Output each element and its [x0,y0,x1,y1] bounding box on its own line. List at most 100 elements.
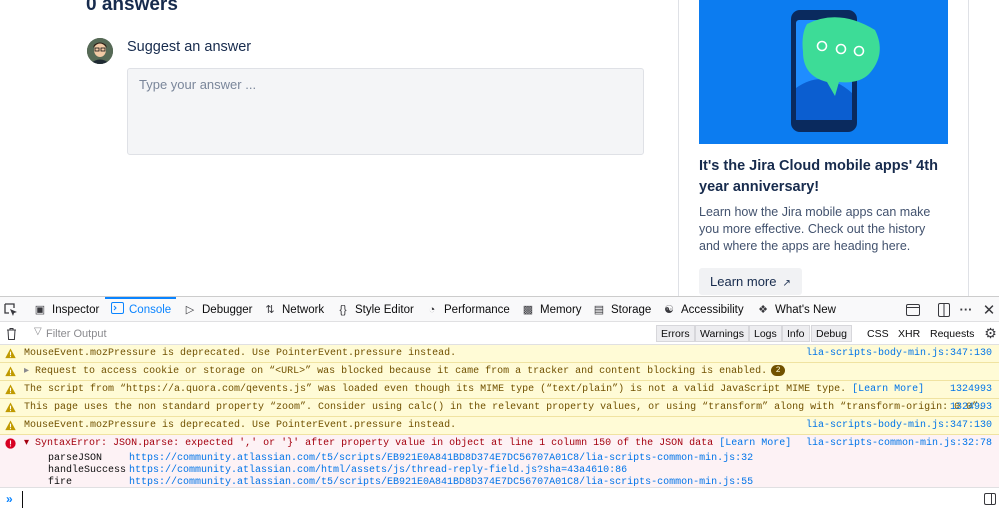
responsive-mode-icon[interactable] [903,297,923,322]
tab-storage[interactable]: ▤ Storage [592,297,651,322]
tab-label: Style Editor [355,303,414,316]
repeat-count-badge: 2 [771,365,786,376]
close-icon[interactable]: ✕ [980,297,998,322]
console-error-message: ▾ SyntaxError: JSON.parse: expected ',' … [0,435,999,487]
user-avatar-icon [87,38,113,64]
tab-network[interactable]: ⇅ Network [263,297,324,322]
filter-warnings-button[interactable]: Warnings [695,325,749,342]
message-body: The script from “https://a.quora.com/qev… [24,381,924,398]
tab-label: Network [282,303,325,316]
message-text: The script from “https://a.quora.com/qev… [24,384,847,395]
message-text: Request to access cookie or storage on “… [35,366,768,377]
filter-debug-button[interactable]: Debug [811,325,852,342]
console-icon [110,302,124,317]
promo-card: It's the Jira Cloud mobile apps' 4th yea… [678,0,969,296]
split-console-icon[interactable] [984,493,996,505]
message-text: MouseEvent.mozPressure is deprecated. Us… [24,348,457,359]
warning-icon [5,420,16,431]
debugger-icon: ▷ [185,304,195,316]
console-output: MouseEvent.mozPressure is deprecated. Us… [0,345,999,487]
tab-label: Performance [444,303,510,316]
stack-frame: handleSuccess https://community.atlassian… [0,465,999,477]
learn-more-label: Learn more [710,274,777,289]
stack-url-link[interactable]: https://community.atlassian.com/html/ass… [129,465,627,477]
stack-function: handleSuccess [48,465,127,476]
stack-url-link[interactable]: https://community.atlassian.com/t5/scrip… [129,453,753,465]
console-message: MouseEvent.mozPressure is deprecated. Us… [0,345,999,363]
message-source-link[interactable]: 1324993 [950,399,992,416]
stack-function: fire [48,477,73,487]
element-picker-icon[interactable] [2,297,20,322]
error-source-link[interactable]: lia-scripts-common-min.js:32:78 [806,435,992,452]
learn-more-button[interactable]: Learn more ↗ [699,268,802,295]
tab-inspector[interactable]: ▣ Inspector [33,297,100,322]
tab-style-editor[interactable]: {} Style Editor [336,297,414,322]
web-page: 0 answers Suggest an answer It's [0,0,999,296]
devtools-toolbar: ▣ Inspector Console ▷ Debugger ⇅ Network {}… [0,297,999,322]
answers-count-heading: 0 answers [86,0,178,15]
stack-function: parseJSON [48,453,103,464]
stack-frame: fire https://community.atlassian.com/t5/s… [0,477,999,487]
filter-info-button[interactable]: Info [782,325,810,342]
more-options-icon[interactable]: ··· [956,297,976,322]
external-link-icon: ↗ [782,278,791,289]
warning-icon [5,348,16,359]
console-filter-bar: ▽ Errors Warnings Logs Info Debug CSS XH… [0,322,999,345]
message-source-link[interactable]: 1324993 [950,381,992,398]
tab-memory[interactable]: ▩ Memory [521,297,582,322]
filter-logs-button[interactable]: Logs [749,325,782,342]
error-text: SyntaxError: JSON.parse: expected ',' or… [35,438,714,449]
suggest-answer-label: Suggest an answer [127,39,252,55]
error-header[interactable]: ▾ SyntaxError: JSON.parse: expected ',' … [0,435,999,453]
tab-debugger[interactable]: ▷ Debugger [183,297,253,322]
accessibility-icon: ☯ [664,304,674,316]
console-message: This page uses the non standard property… [0,399,999,417]
message-source-link[interactable]: lia-scripts-body-min.js:347:130 [806,417,992,434]
console-message: The script from “https://a.quora.com/qev… [0,381,999,399]
learn-more-link[interactable]: [Learn More] [719,438,791,449]
dock-side-icon[interactable] [934,297,954,322]
message-source-link[interactable]: lia-scripts-body-min.js:347:130 [806,345,992,362]
tab-console[interactable]: Console [104,297,177,322]
tab-whats-new[interactable]: ❖ What's New [756,297,836,322]
console-command-input[interactable] [22,491,962,508]
promo-title: It's the Jira Cloud mobile apps' 4th yea… [699,158,938,195]
trash-icon[interactable] [2,322,20,345]
warning-icon [5,384,16,395]
filter-xhr-button[interactable]: XHR [894,325,924,342]
filter-output-input[interactable] [30,325,330,342]
prompt-chevron-icon: » [6,492,13,506]
learn-more-link[interactable]: [Learn More] [852,384,924,395]
filter-requests-button[interactable]: Requests [926,325,978,342]
collapse-arrow-icon[interactable]: ▾ [24,438,29,449]
error-body: ▾ SyntaxError: JSON.parse: expected ',' … [24,435,791,452]
message-body: ▸ Request to access cookie or storage on… [24,363,786,380]
tab-label: What's New [775,303,836,316]
settings-gear-icon[interactable]: ⚙ [982,322,999,345]
error-icon [5,438,16,449]
devtools-panel: ▣ Inspector Console ▷ Debugger ⇅ Network {}… [0,296,999,510]
tab-label: Storage [611,303,652,316]
console-message[interactable]: ▸ Request to access cookie or storage on… [0,363,999,381]
tab-performance[interactable]: ◔ Performance [425,297,510,322]
expand-arrow-icon[interactable]: ▸ [24,366,29,377]
mobile-chat-illustration-icon [699,0,948,144]
tab-label: Console [129,303,172,316]
gift-icon: ❖ [758,304,768,316]
answer-input[interactable] [127,68,644,155]
filter-errors-button[interactable]: Errors [656,325,695,342]
console-input-bar: » [0,487,999,510]
tab-label: Accessibility [681,303,744,316]
network-icon: ⇅ [265,304,275,316]
promo-description: Learn how the Jira mobile apps can make … [699,205,931,253]
stack-url-link[interactable]: https://community.atlassian.com/t5/scrip… [129,477,753,487]
message-text: This page uses the non standard property… [24,402,985,413]
avatar [87,38,113,64]
performance-icon: ◔ [428,303,436,316]
storage-icon: ▤ [593,304,605,316]
tab-label: Inspector [52,303,100,316]
tab-accessibility[interactable]: ☯ Accessibility [662,297,744,322]
filter-css-button[interactable]: CSS [863,325,893,342]
message-text: MouseEvent.mozPressure is deprecated. Us… [24,420,457,431]
warning-icon [5,402,16,413]
